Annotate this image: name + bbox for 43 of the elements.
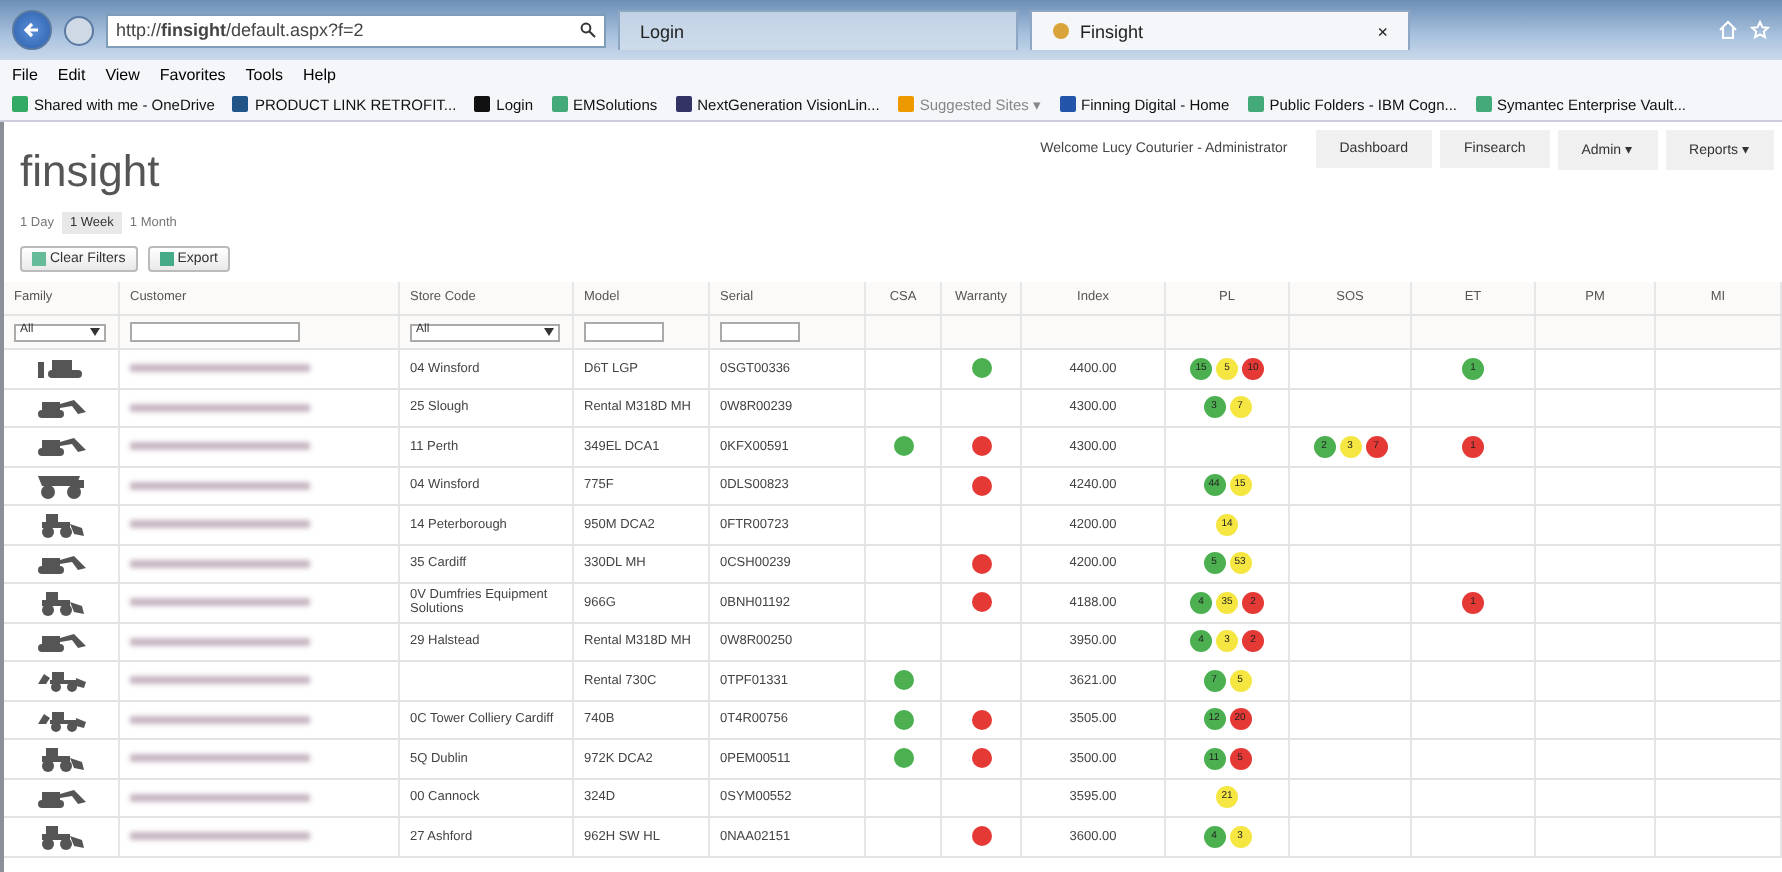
menu-item[interactable]: Edit [57, 65, 86, 83]
browser-tab[interactable]: Finsight × [1030, 10, 1410, 50]
dropdown-caret-icon[interactable] [90, 328, 100, 336]
address-bar[interactable]: http://finsight/default.aspx?f=2 [106, 13, 606, 47]
menu-item[interactable]: Favorites [159, 65, 226, 83]
menu-item[interactable]: View [105, 65, 140, 83]
excavator-icon [35, 553, 87, 574]
spreadsheet-icon [159, 251, 174, 265]
excavator-icon [35, 787, 87, 808]
excavator-icon [35, 631, 87, 652]
menu-item[interactable]: Help [302, 65, 336, 83]
favicon-icon [12, 96, 28, 112]
serial-filter-field[interactable] [720, 322, 800, 342]
favicon-icon [1475, 96, 1492, 112]
menu-item[interactable]: Tools [245, 65, 283, 83]
backhoe-icon [35, 707, 87, 732]
dump-truck-icon [35, 471, 87, 500]
favicon-icon [1059, 96, 1076, 112]
customer-filter-field[interactable] [130, 322, 300, 342]
favicon-icon [474, 96, 491, 112]
excavator-icon [35, 436, 87, 457]
dropdown-caret-icon[interactable] [544, 328, 554, 336]
app-name: finsight [20, 146, 160, 198]
favicon-icon [551, 96, 568, 112]
forward-button[interactable] [64, 15, 94, 45]
favicon-icon [675, 96, 692, 112]
favicon-icon [897, 96, 914, 112]
arrow-left-icon [22, 20, 42, 40]
model-filter-field[interactable] [584, 322, 664, 342]
browser-tab[interactable]: Login [618, 10, 1018, 50]
excavator-icon [35, 397, 87, 418]
favicon-icon [1247, 96, 1264, 112]
bulldozer-icon [35, 356, 87, 381]
search-icon[interactable] [580, 22, 596, 38]
star-icon[interactable] [1750, 20, 1770, 40]
filter-icon [32, 251, 46, 265]
back-button[interactable] [12, 10, 52, 50]
menu-item[interactable]: File [12, 65, 38, 83]
site-favicon [1052, 22, 1070, 40]
backhoe-icon [35, 668, 87, 693]
home-icon[interactable] [1718, 20, 1738, 40]
close-tab-icon[interactable]: × [1377, 21, 1388, 41]
favicon-icon [232, 96, 249, 112]
